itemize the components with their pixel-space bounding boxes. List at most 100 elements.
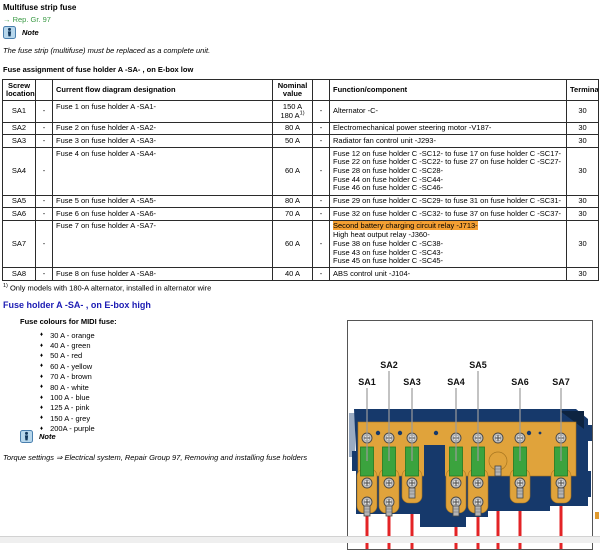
dash-cell: - bbox=[36, 148, 53, 195]
terminal-cell: 30 bbox=[567, 195, 599, 208]
fuse-row-sa7: SA7-Fuse 7 on fuse holder A -SA7-60 A-Se… bbox=[3, 220, 599, 267]
note-text: The fuse strip (multifuse) must be repla… bbox=[3, 46, 210, 55]
nominal-value-cell: 50 A bbox=[273, 135, 313, 148]
dash-cell: - bbox=[36, 122, 53, 135]
designation-cell: Fuse 2 on fuse holder A -SA2- bbox=[53, 122, 273, 135]
fuse-colour-item: ♦60 A - yellow bbox=[40, 361, 95, 371]
col-header-terminal: Terminal bbox=[567, 80, 599, 101]
info-note-icon bbox=[20, 430, 33, 443]
dash-cell: - bbox=[313, 195, 330, 208]
terminal-cell: 30 bbox=[567, 122, 599, 135]
note-label: Note bbox=[39, 432, 56, 441]
nominal-value-cell: 80 A bbox=[273, 122, 313, 135]
col-header-designation: Current flow diagram designation bbox=[53, 80, 273, 101]
col-header-blank-2 bbox=[313, 80, 330, 101]
diagram-label-sa5: SA5 bbox=[469, 360, 487, 370]
fuse-colour-text: 80 A - white bbox=[50, 383, 89, 392]
fuse-colour-item: ♦70 A - brown bbox=[40, 372, 95, 382]
col-header-nominal-value: Nominal value bbox=[273, 80, 313, 101]
function-cell: Fuse 12 on fuse holder C -SC12- to fuse … bbox=[330, 148, 567, 195]
screw-location-cell: SA2 bbox=[3, 122, 36, 135]
designation-cell: Fuse 6 on fuse holder A -SA6- bbox=[53, 208, 273, 221]
note-label: Note bbox=[22, 28, 39, 37]
fuse-colour-text: 100 A - blue bbox=[50, 393, 90, 402]
fuse-row-sa4: SA4-Fuse 4 on fuse holder A -SA4-60 A-Fu… bbox=[3, 148, 599, 195]
footnote-text: Only models with 180-A alternator, insta… bbox=[8, 284, 211, 293]
dash-cell: - bbox=[313, 268, 330, 281]
diagram-label-sa6: SA6 bbox=[511, 377, 529, 387]
col-header-screw-location: Screw location bbox=[3, 80, 36, 101]
diamond-bullet-icon: ♦ bbox=[40, 343, 43, 349]
screw-location-cell: SA1 bbox=[3, 101, 36, 122]
diamond-bullet-icon: ♦ bbox=[40, 384, 43, 390]
fuse-row-sa1: SA1-Fuse 1 on fuse holder A -SA1-150 A18… bbox=[3, 101, 599, 122]
page-title: Multifuse strip fuse bbox=[3, 3, 76, 12]
nominal-value-cell: 150 A180 A1) bbox=[273, 101, 313, 122]
repair-group-link[interactable]: → Rep. Gr. 97 bbox=[3, 15, 51, 24]
function-cell: Electromechanical power steering motor -… bbox=[330, 122, 567, 135]
screw-location-cell: SA4 bbox=[3, 148, 36, 195]
dash-cell: - bbox=[36, 101, 53, 122]
diagram-label-sa1: SA1 bbox=[358, 377, 376, 387]
fuse-colour-item: ♦ 100 A - blue bbox=[40, 392, 95, 402]
fuse-table-header-row: Screw location Current flow diagram desi… bbox=[3, 80, 599, 101]
diamond-bullet-icon: ♦ bbox=[40, 415, 43, 421]
designation-cell: Fuse 4 on fuse holder A -SA4- bbox=[53, 148, 273, 195]
fuse-colour-item: ♦125 A - pink bbox=[40, 403, 95, 413]
function-cell: Radiator fan control unit -J293- bbox=[330, 135, 567, 148]
highlighted-function: Second battery charging circuit relay -J… bbox=[333, 221, 478, 230]
col-header-function: Function/component bbox=[330, 80, 567, 101]
dash-cell: - bbox=[313, 135, 330, 148]
screw-location-cell: SA3 bbox=[3, 135, 36, 148]
diamond-bullet-icon: ♦ bbox=[40, 395, 43, 401]
terminal-cell: 30 bbox=[567, 148, 599, 195]
terminal-cell: 30 bbox=[567, 268, 599, 281]
fuse-holder-diagram: SA1SA2SA3SA4SA5SA6SA7 bbox=[347, 320, 593, 550]
note-block-top: Note bbox=[3, 26, 39, 39]
diamond-bullet-icon: ♦ bbox=[40, 374, 43, 380]
dash-cell: - bbox=[313, 220, 330, 267]
nominal-value-cell: 60 A bbox=[273, 220, 313, 267]
designation-cell: Fuse 3 on fuse holder A -SA3- bbox=[53, 135, 273, 148]
page-edge-marker bbox=[595, 512, 599, 519]
col-header-blank-1 bbox=[36, 80, 53, 101]
fuse-row-sa8: SA8-Fuse 8 on fuse holder A -SA8-40 A-AB… bbox=[3, 268, 599, 281]
fuse-colour-item: ♦ 30 A - orange bbox=[40, 330, 95, 340]
function-cell: Alternator -C- bbox=[330, 101, 567, 122]
screw-location-cell: SA8 bbox=[3, 268, 36, 281]
fuse-table-body: SA1-Fuse 1 on fuse holder A -SA1-150 A18… bbox=[3, 101, 599, 281]
assignment-heading: Fuse assignment of fuse holder A -SA- , … bbox=[3, 65, 193, 74]
dash-cell: - bbox=[36, 220, 53, 267]
dash-cell: - bbox=[36, 208, 53, 221]
fuse-colour-text: 50 A - red bbox=[50, 351, 82, 360]
fuse-colour-text: 200A - purple bbox=[50, 424, 95, 433]
table-footnote: 1) Only models with 180-A alternator, in… bbox=[3, 283, 211, 293]
fuse-colours-list: ♦30 A - orange♦40 A - green♦50 A - red♦6… bbox=[40, 330, 95, 434]
screw-location-cell: SA7 bbox=[3, 220, 36, 267]
function-cell: Fuse 32 on fuse holder C -SC32- to fuse … bbox=[330, 208, 567, 221]
fuse-colour-text: 60 A - yellow bbox=[50, 362, 92, 371]
torque-settings-text: Torque settings ⇒ Electrical system, Rep… bbox=[3, 453, 307, 462]
nominal-value-cell: 70 A bbox=[273, 208, 313, 221]
fuse-holder-heading: Fuse holder A -SA- , on E-box high bbox=[3, 300, 151, 310]
designation-cell: Fuse 1 on fuse holder A -SA1- bbox=[53, 101, 273, 122]
fuse-row-sa6: SA6-Fuse 6 on fuse holder A -SA6-70 A-Fu… bbox=[3, 208, 599, 221]
function-cell: Second battery charging circuit relay -J… bbox=[330, 220, 567, 267]
fuse-assignment-table: Screw location Current flow diagram desi… bbox=[2, 79, 599, 281]
fuse-colour-item: ♦50 A - red bbox=[40, 351, 95, 361]
fuse-colour-item: ♦ 80 A - white bbox=[40, 382, 95, 392]
screw-location-cell: SA5 bbox=[3, 195, 36, 208]
fuse-row-sa3: SA3-Fuse 3 on fuse holder A -SA3-50 A-Ra… bbox=[3, 135, 599, 148]
fuse-colour-text: 30 A - orange bbox=[50, 331, 95, 340]
diamond-bullet-icon: ♦ bbox=[40, 332, 43, 338]
dash-cell: - bbox=[36, 268, 53, 281]
fuse-colour-text: 40 A - green bbox=[50, 341, 90, 350]
terminal-cell: 30 bbox=[567, 135, 599, 148]
screw-location-cell: SA6 bbox=[3, 208, 36, 221]
function-cell: ABS control unit -J104- bbox=[330, 268, 567, 281]
diamond-bullet-icon: ♦ bbox=[40, 405, 43, 411]
designation-cell: Fuse 7 on fuse holder A -SA7- bbox=[53, 220, 273, 267]
function-cell: Fuse 29 on fuse holder C -SC29- to fuse … bbox=[330, 195, 567, 208]
designation-cell: Fuse 5 on fuse holder A -SA5- bbox=[53, 195, 273, 208]
terminal-cell: 30 bbox=[567, 220, 599, 267]
